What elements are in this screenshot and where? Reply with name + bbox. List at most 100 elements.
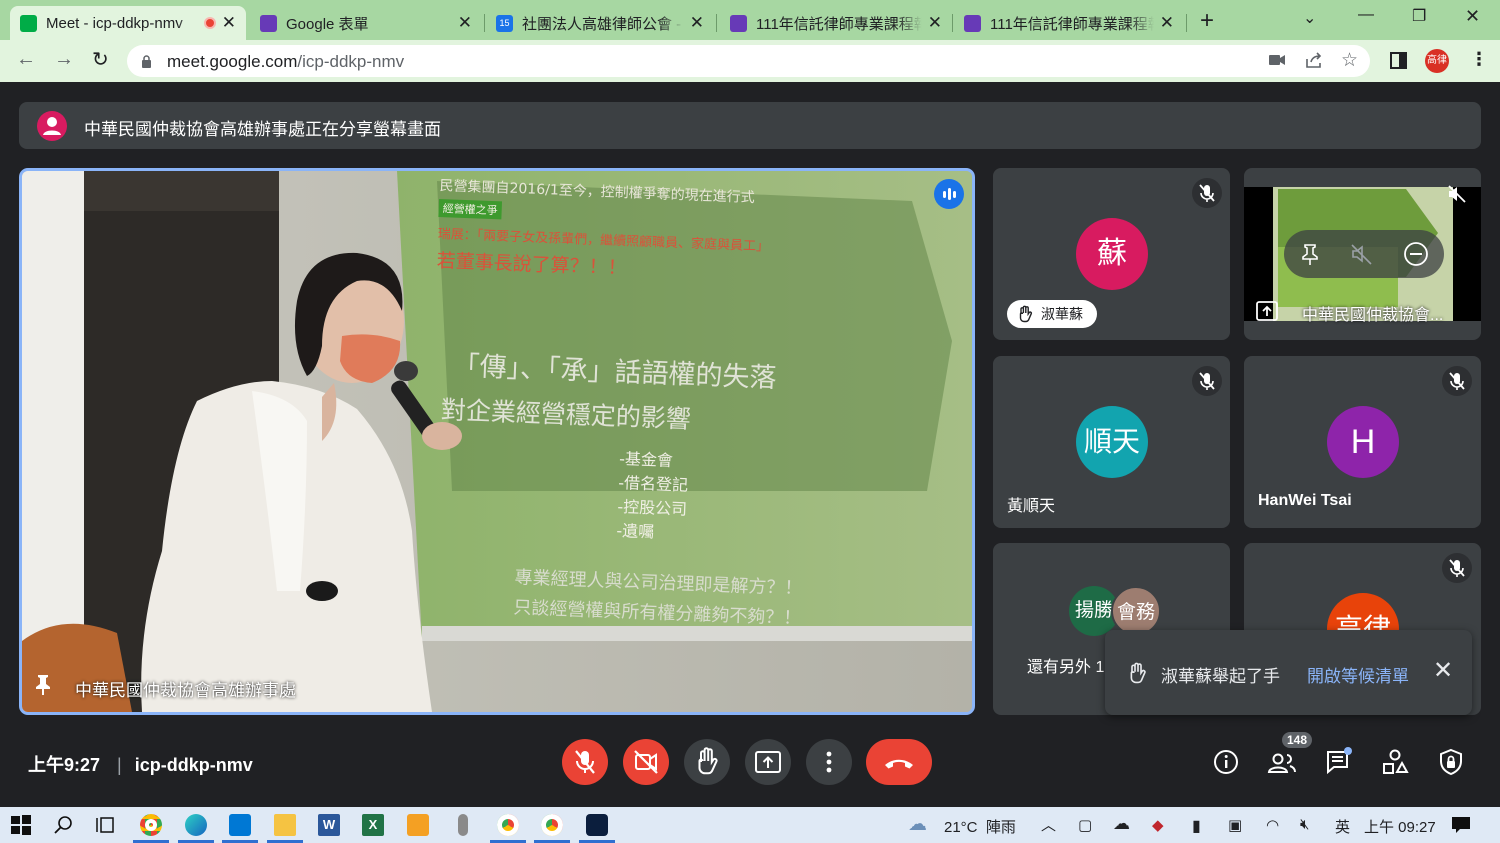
tab-bar-association[interactable]: 15 社團法人高雄律師公會 - E ✕ <box>486 6 714 40</box>
tile-hover-controls <box>1284 230 1444 278</box>
pin-icon[interactable] <box>34 674 52 696</box>
slide-badge: 經營權之爭 <box>438 198 503 220</box>
meeting-info-icon[interactable] <box>1210 746 1242 778</box>
participants-button[interactable]: 148 <box>1265 732 1313 778</box>
present-screen-icon <box>1256 301 1278 321</box>
taskbar-recorder-icon[interactable] <box>458 814 468 836</box>
remove-icon[interactable] <box>1403 241 1429 267</box>
chat-icon[interactable] <box>1323 746 1355 778</box>
taskbar-mail-icon[interactable] <box>229 814 251 836</box>
pin-icon[interactable] <box>1299 242 1321 266</box>
taskbar-explorer-icon[interactable] <box>274 814 296 836</box>
tab-registration-1[interactable]: 111年信託律師專業課程報名表 ✕ <box>720 6 952 40</box>
onedrive-icon[interactable]: ☁ <box>1113 814 1130 834</box>
taskbar-excel-icon[interactable]: X <box>362 814 384 836</box>
meeting-time: 上午9:27 <box>28 755 101 775</box>
dropbox-icon[interactable]: ◆ <box>1152 816 1164 834</box>
windows-start-icon[interactable] <box>10 814 32 836</box>
back-icon[interactable]: ← <box>16 48 36 71</box>
participant-tile[interactable]: 蘇 淑華蘇 <box>993 168 1230 340</box>
camera-icon[interactable] <box>1269 54 1285 66</box>
toast-message: 淑華蘇舉起了手 <box>1161 667 1280 686</box>
activities-icon[interactable] <box>1379 746 1411 778</box>
raise-hand-button[interactable] <box>684 739 730 785</box>
leave-call-button[interactable] <box>866 739 932 785</box>
taskbar-webex-icon[interactable] <box>586 814 608 836</box>
close-tab-icon[interactable]: ✕ <box>928 13 942 33</box>
mic-toggle-button[interactable] <box>562 739 608 785</box>
lock-icon <box>142 55 151 68</box>
browser-menu-icon[interactable]: ⋮ <box>1470 49 1488 70</box>
participant-tile[interactable]: 順天 黃順天 <box>993 356 1230 528</box>
close-window-icon[interactable]: ✕ <box>1465 6 1480 27</box>
more-vert-icon <box>826 751 832 773</box>
participant-avatar: H <box>1327 406 1399 478</box>
share-icon[interactable] <box>1305 52 1323 69</box>
reload-icon[interactable]: ↻ <box>92 47 109 72</box>
side-panel-icon[interactable] <box>1390 52 1407 69</box>
search-icon[interactable] <box>53 814 75 836</box>
host-controls-icon[interactable] <box>1435 746 1467 778</box>
volume-muted-icon[interactable]: 🔇︎ <box>1300 816 1309 833</box>
close-tab-icon[interactable]: ✕ <box>458 13 472 33</box>
close-tab-icon[interactable]: ✕ <box>1160 13 1174 33</box>
presenter-avatar <box>37 111 67 141</box>
taskbar-app-icon[interactable] <box>407 814 429 836</box>
forms-favicon <box>964 14 981 32</box>
participant-tile[interactable]: H HanWei Tsai <box>1244 356 1481 528</box>
participant-name: HanWei Tsai <box>1258 492 1352 509</box>
display-icon[interactable]: ▣ <box>1228 816 1242 834</box>
meeting-details: 上午9:27 | icp-ddkp-nmv <box>28 755 253 775</box>
taskbar-word-icon[interactable]: W <box>318 814 340 836</box>
meet-tray-icon[interactable]: ▢ <box>1078 816 1092 834</box>
present-icon <box>755 751 781 773</box>
tab-title: 社團法人高雄律師公會 - E <box>522 15 684 33</box>
open-queue-link[interactable]: 開啟等候清單 <box>1307 662 1409 687</box>
tab-search-icon[interactable]: ⌄ <box>1303 8 1316 28</box>
new-tab-icon[interactable]: + <box>1200 7 1214 35</box>
input-method-indicator[interactable]: 英 <box>1335 816 1350 837</box>
address-bar[interactable]: meet.google.com/icp-ddkp-nmv ☆ <box>127 45 1370 77</box>
slide-content: 民營集團自2016/1至今，控制權爭奪的現在進行式 經營權之爭 瑞展：「兩要子女… <box>422 175 959 655</box>
task-view-icon[interactable] <box>95 814 117 836</box>
notification-center-icon[interactable] <box>1451 816 1471 834</box>
close-toast-icon[interactable]: ✕ <box>1433 656 1453 685</box>
screen-share-tile[interactable]: 中華民國仲裁協會... <box>1244 168 1481 340</box>
profile-avatar[interactable]: 高律 <box>1425 49 1449 73</box>
maximize-icon[interactable]: ❐ <box>1412 6 1426 26</box>
show-hidden-icons[interactable]: ︿ <box>1041 814 1056 835</box>
participant-avatar: 會務 <box>1111 586 1161 636</box>
bookmark-star-icon[interactable]: ☆ <box>1341 49 1358 72</box>
tab-forms[interactable]: Google 表單 ✕ <box>250 6 482 40</box>
browser-toolbar: ← → ↻ meet.google.com/icp-ddkp-nmv ☆ 高律 … <box>0 40 1500 82</box>
taskbar-clock[interactable]: 上午 09:27 <box>1364 816 1436 837</box>
close-tab-icon[interactable]: ✕ <box>690 13 704 33</box>
tab-meet[interactable]: Meet - icp-ddkp-nmv ✕ <box>10 6 246 40</box>
speaking-indicator <box>934 179 964 209</box>
taskbar-chrome-active-icon[interactable] <box>541 814 563 836</box>
taskbar-edge-icon[interactable] <box>185 814 207 836</box>
mute-icon[interactable] <box>1350 242 1374 266</box>
present-button[interactable] <box>745 739 791 785</box>
raised-hand-toast: 淑華蘇舉起了手 開啟等候清單 ✕ <box>1105 630 1472 715</box>
weather-icon[interactable]: ☁ <box>908 813 927 836</box>
mic-off-icon <box>1192 178 1222 208</box>
audio-level-icon <box>943 188 956 200</box>
more-options-button[interactable] <box>806 739 852 785</box>
taskbar-chrome-icon[interactable] <box>497 814 519 836</box>
wifi-icon[interactable]: ◠ <box>1266 816 1279 834</box>
participants-count-badge: 148 <box>1282 732 1313 748</box>
taskbar-chrome-icon[interactable] <box>140 814 162 836</box>
forms-favicon <box>260 14 277 32</box>
microphone-icon[interactable]: ▮ <box>1192 816 1201 836</box>
close-tab-icon[interactable]: ✕ <box>222 13 236 33</box>
tab-registration-2[interactable]: 111年信託律師專業課程報名表 ✕ <box>954 6 1184 40</box>
minimize-icon[interactable]: — <box>1358 6 1374 24</box>
weather-text[interactable]: 21°C 陣雨 <box>944 816 1016 837</box>
main-video-tile[interactable]: 民營集團自2016/1至今，控制權爭奪的現在進行式 經營權之爭 瑞展：「兩要子女… <box>19 168 975 715</box>
camera-toggle-button[interactable] <box>623 739 669 785</box>
participant-avatar: 順天 <box>1076 406 1148 478</box>
tab-title: 111年信託律師專業課程報名表 <box>756 15 922 33</box>
forward-icon[interactable]: → <box>54 48 74 71</box>
meeting-code: icp-ddkp-nmv <box>134 755 253 775</box>
